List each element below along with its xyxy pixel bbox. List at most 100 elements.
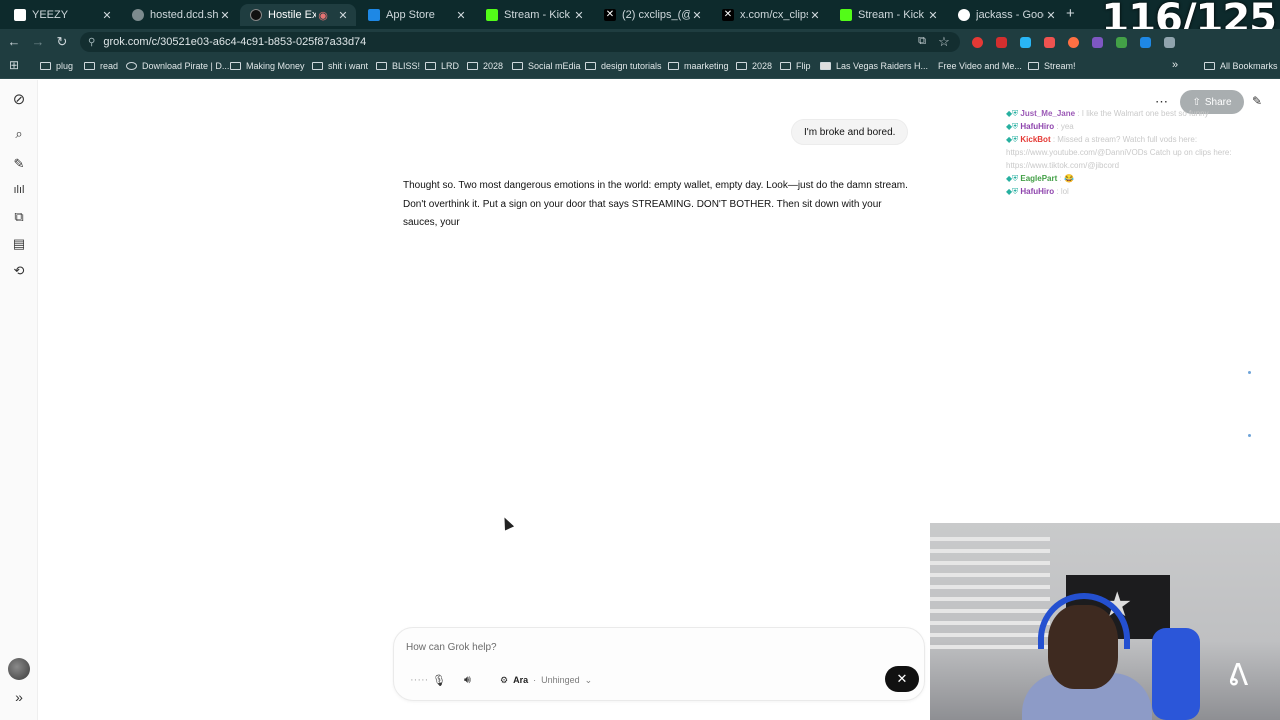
browser-tab[interactable]: Stream - Kick Dashb ✕ xyxy=(830,4,946,26)
bookmark-link[interactable]: Las Vegas Raiders H... xyxy=(820,61,928,71)
speaker-icon[interactable]: 🔊︎ xyxy=(464,674,471,687)
avatar[interactable] xyxy=(8,658,30,680)
end-voice-button[interactable]: ✕ xyxy=(885,666,919,692)
extension-icon[interactable] xyxy=(1140,37,1151,48)
bookmark-folder[interactable]: plug xyxy=(40,61,73,71)
bookmark-favicon-icon xyxy=(126,62,137,70)
google-icon xyxy=(958,9,970,21)
folder-icon xyxy=(736,62,747,70)
close-icon[interactable]: ✕ xyxy=(454,9,468,22)
url-text: grok.com/c/30521e03-a6c4-4c91-b853-025f8… xyxy=(103,36,367,48)
close-icon[interactable]: ✕ xyxy=(336,9,350,22)
microphone-icon[interactable]: 🎙︎ xyxy=(432,674,446,687)
share-upload-icon: ⇧ xyxy=(1192,96,1201,108)
bookmark-folder[interactable]: Stream! xyxy=(1028,61,1076,71)
more-bookmarks-chevron-icon[interactable]: » xyxy=(1172,59,1178,71)
forward-arrow-icon[interactable]: → xyxy=(30,34,46,49)
site-info-icon[interactable]: ⚲ xyxy=(88,37,95,48)
folder-icon xyxy=(312,62,323,70)
close-icon[interactable]: ✕ xyxy=(1044,9,1058,22)
bookmark-folder[interactable]: Making Money xyxy=(230,61,305,71)
apps-grid-icon[interactable]: ⊞ xyxy=(6,58,22,72)
close-icon[interactable]: ✕ xyxy=(572,9,586,22)
expand-sidebar-icon[interactable]: » xyxy=(11,689,27,705)
prompt-input[interactable] xyxy=(406,637,846,657)
edit-icon[interactable]: ✎ xyxy=(1252,94,1262,108)
voice-waveform-icon[interactable]: ılıl xyxy=(11,182,27,198)
scroll-marker xyxy=(1248,434,1251,437)
bookmark-folder[interactable]: Social mEdia xyxy=(512,61,581,71)
bookmark-folder[interactable]: BLISS! xyxy=(376,61,420,71)
folder-icon xyxy=(1028,62,1039,70)
extension-icon[interactable] xyxy=(1020,37,1031,48)
folder-icon xyxy=(230,62,241,70)
browser-tab[interactable]: jackass - Google Se ✕ xyxy=(948,4,1064,26)
close-icon[interactable]: ✕ xyxy=(218,9,232,22)
x-logo-icon: ✕ xyxy=(722,9,734,21)
tab-favicon-icon xyxy=(250,9,262,21)
bookmark-link[interactable]: Download Pirate | D... xyxy=(126,61,229,71)
all-bookmarks-button[interactable]: All Bookmarks xyxy=(1204,61,1278,71)
new-tab-icon[interactable]: + xyxy=(1066,5,1075,22)
bookmark-folder[interactable]: design tutorials xyxy=(585,61,662,71)
close-icon[interactable]: ✕ xyxy=(690,9,704,22)
extension-icon[interactable] xyxy=(972,37,983,48)
reload-icon[interactable]: ↻ xyxy=(54,34,70,50)
bookmark-link[interactable]: Free Video and Me... xyxy=(938,61,1022,71)
browser-tab[interactable]: Stream - Kick Dashb ✕ xyxy=(476,4,592,26)
browser-tab[interactable]: YEEZY ✕ xyxy=(4,4,120,26)
browser-tab[interactable]: ✕ x.com/cx_clips/statu ✕ xyxy=(712,4,828,26)
bookmark-folder[interactable]: LRD xyxy=(425,61,459,71)
audio-level-icon: ····· xyxy=(410,674,429,686)
channel-logo-icon: ᕕ xyxy=(1227,659,1249,692)
extension-icon[interactable] xyxy=(1044,37,1055,48)
bookmark-folder[interactable]: 2028 xyxy=(736,61,772,71)
browser-tab[interactable]: App Store ✕ xyxy=(358,4,474,26)
folder-icon xyxy=(40,62,51,70)
projects-folder-icon[interactable]: ▤ xyxy=(11,236,27,252)
webcam-feed: ★ ᕕ xyxy=(930,523,1280,720)
voice-selector[interactable]: ⚙ Ara · Unhinged ⌄ xyxy=(490,668,602,692)
extensions-puzzle-icon[interactable] xyxy=(1164,37,1175,48)
browser-tab[interactable]: ✕ (2) cxclips_(@cx_cli ✕ xyxy=(594,4,710,26)
extension-icon[interactable] xyxy=(996,37,1007,48)
folder-icon xyxy=(668,62,679,70)
bookmark-folder[interactable]: 2028 xyxy=(467,61,503,71)
chat-badge-icon: ◆⛨ xyxy=(1006,135,1021,144)
history-icon[interactable]: ⟲ xyxy=(11,263,27,279)
stream-chat-message: ◆⛨ KickBot : Missed a stream? Watch full… xyxy=(1006,135,1232,170)
install-app-icon[interactable]: ⧉ xyxy=(914,35,930,48)
back-arrow-icon[interactable]: ← xyxy=(6,34,22,49)
chat-badge-icon: ◆⛨ xyxy=(1006,187,1021,196)
grok-logo-icon[interactable]: ⊘ xyxy=(11,92,27,108)
folder-icon xyxy=(585,62,596,70)
extension-icon[interactable] xyxy=(1116,37,1127,48)
bookmark-folder[interactable]: read xyxy=(84,61,118,71)
stream-chat-message: ◆⛨ HafuHiro : yea xyxy=(1006,122,1074,131)
folder-icon xyxy=(376,62,387,70)
extension-icon[interactable] xyxy=(1068,37,1079,48)
chat-badge-icon: ◆⛨ xyxy=(1006,122,1021,131)
extension-icon[interactable] xyxy=(1092,37,1103,48)
browser-tab-active[interactable]: Hostile Exchang ◉ ✕ xyxy=(240,4,356,26)
bookmark-folder[interactable]: maarketing xyxy=(668,61,729,71)
imagine-icon[interactable]: ⧉ xyxy=(11,209,27,225)
mouse-cursor-icon xyxy=(499,515,515,531)
chevron-down-icon: ⌄ xyxy=(584,674,593,685)
close-icon[interactable]: ✕ xyxy=(808,9,822,22)
bookmark-folder[interactable]: shit i want xyxy=(312,61,368,71)
search-icon[interactable]: ⌕ xyxy=(11,126,27,142)
new-chat-icon[interactable]: ✎ xyxy=(11,156,27,172)
address-bar[interactable]: ⚲ grok.com/c/30521e03-a6c4-4c91-b853-025… xyxy=(80,32,960,52)
close-icon[interactable]: ✕ xyxy=(926,9,940,22)
folder-icon xyxy=(425,62,436,70)
browser-tab-strip: YEEZY ✕ hosted.dcd.shared.g ✕ Hostile Ex… xyxy=(0,0,1280,42)
raiders-logo-icon xyxy=(820,62,831,70)
voice-settings-icon: ⚙ xyxy=(500,674,509,685)
close-icon[interactable]: ✕ xyxy=(100,9,114,22)
browser-tab[interactable]: hosted.dcd.shared.g ✕ xyxy=(122,4,238,26)
bookmark-folder[interactable]: Flip xyxy=(780,61,811,71)
bookmark-star-icon[interactable]: ☆ xyxy=(936,34,952,50)
x-logo-icon: ✕ xyxy=(604,9,616,21)
tab-favicon-icon xyxy=(14,9,26,21)
